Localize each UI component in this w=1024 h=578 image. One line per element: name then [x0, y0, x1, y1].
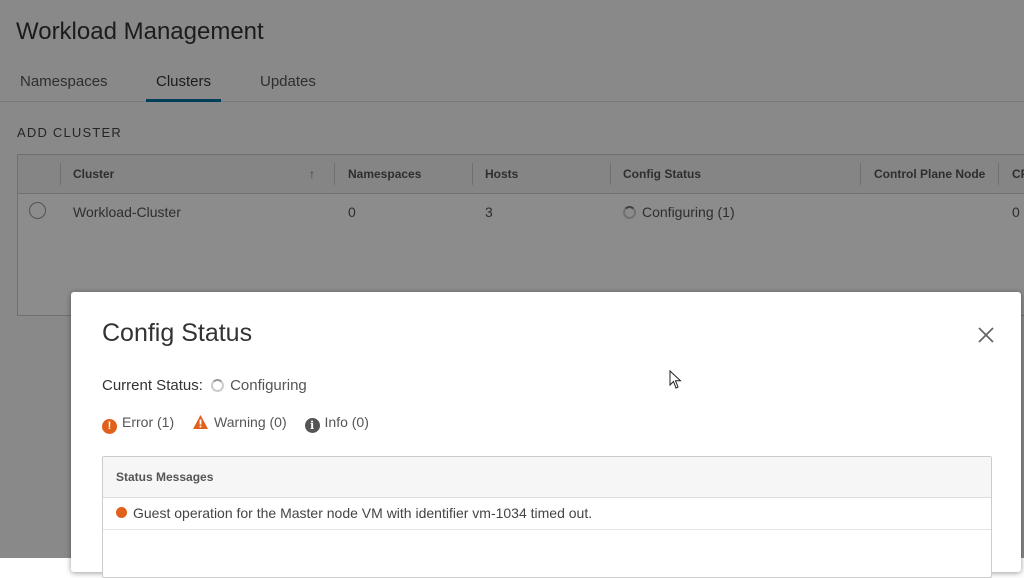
error-filter[interactable]: ! Error (1) [102, 414, 174, 434]
error-icon: ! [102, 419, 117, 434]
current-status-label: Current Status: [102, 377, 203, 394]
status-message-text: Guest operation for the Master node VM w… [133, 505, 593, 521]
current-status: Current Status: Configuring [102, 377, 307, 394]
config-status-dialog: Config Status Current Status: Configurin… [71, 292, 1021, 578]
error-dot-icon [116, 507, 127, 518]
error-filter-label: Error (1) [122, 414, 175, 430]
warning-icon [193, 415, 209, 429]
warning-filter[interactable]: Warning (0) [192, 414, 287, 430]
list-item[interactable]: Guest operation for the Master node VM w… [103, 498, 991, 530]
close-icon[interactable] [975, 324, 997, 346]
status-messages-header: Status Messages [103, 457, 991, 498]
info-filter[interactable]: i Info (0) [304, 414, 369, 433]
dialog-title: Config Status [102, 319, 253, 347]
mouse-cursor-icon [669, 370, 682, 389]
warning-filter-label: Warning (0) [214, 414, 287, 430]
info-icon: i [304, 418, 320, 433]
severity-filters: ! Error (1) Warning (0) i Info (0) [102, 414, 383, 434]
info-filter-label: Info (0) [324, 414, 369, 430]
spinner-icon [211, 379, 225, 392]
current-status-value: Configuring [230, 377, 307, 394]
status-messages-table: Status Messages Guest operation for the … [102, 456, 992, 578]
